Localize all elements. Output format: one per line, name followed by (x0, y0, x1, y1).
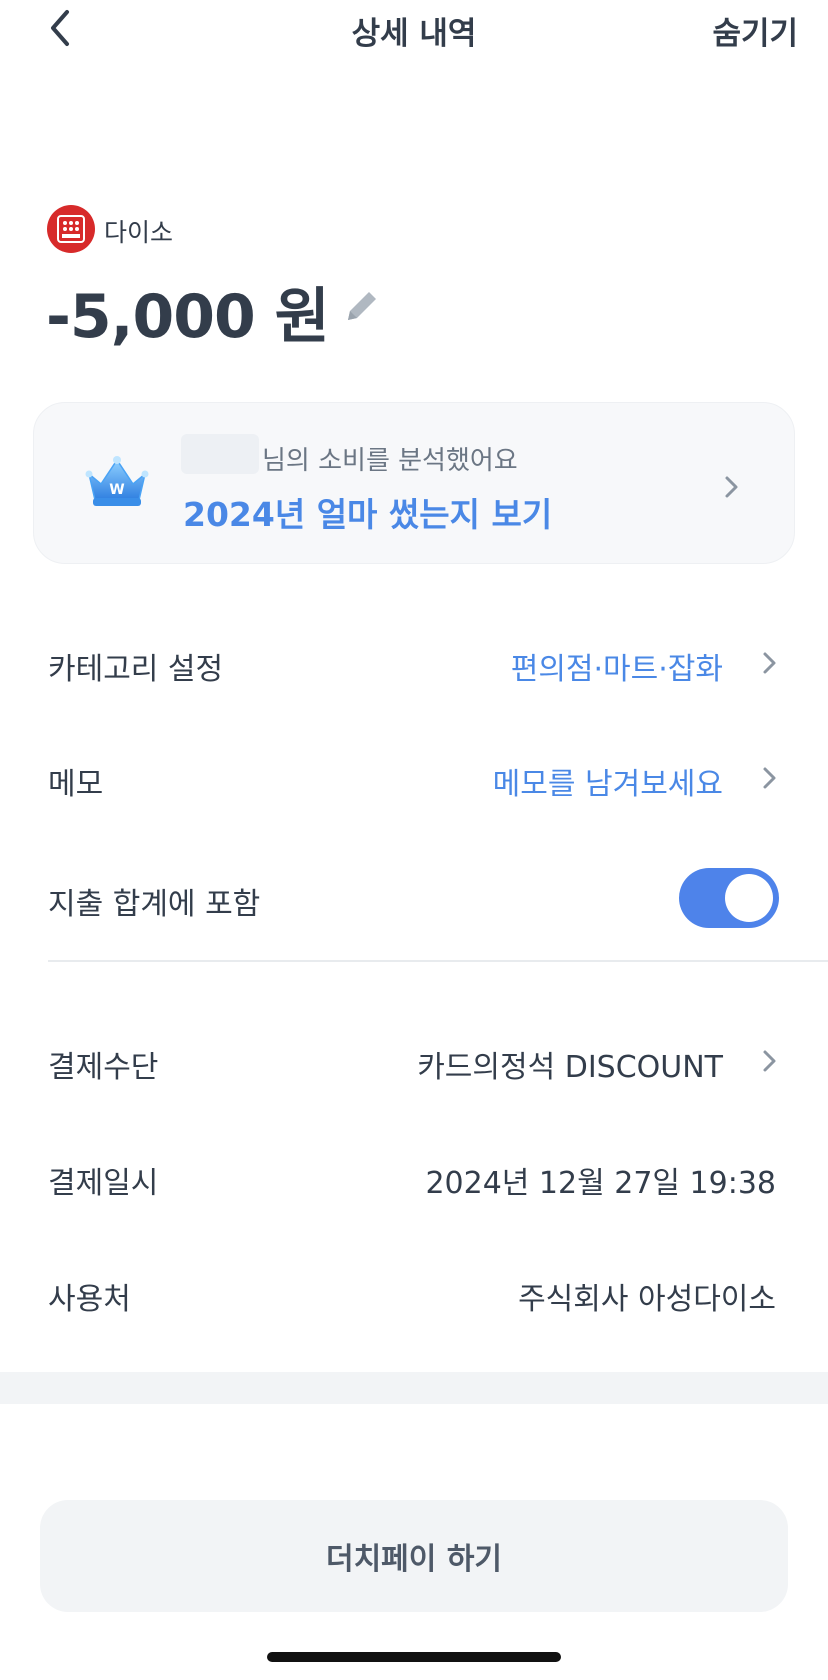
payment-method-row[interactable]: 결제수단 카드의정석 DISCOUNT (0, 1012, 828, 1108)
category-label: 카테고리 설정 (48, 652, 224, 687)
daiso-logo-icon (57, 215, 85, 243)
hide-button[interactable]: 숨기기 (712, 8, 798, 53)
category-row[interactable]: 카테고리 설정 편의점·마트·잡화 (0, 614, 828, 710)
divider (48, 960, 828, 962)
merchant-place-value: 주식회사 아성다이소 (518, 1282, 776, 1317)
memo-row[interactable]: 메모 메모를 남겨보세요 (0, 729, 828, 825)
merchant-place-label: 사용처 (48, 1282, 131, 1317)
svg-text:W: W (109, 482, 124, 498)
transaction-amount: -5,000 원 (46, 282, 330, 352)
merchant-logo (47, 205, 95, 253)
payment-method-value: 카드의정석 DISCOUNT (417, 1050, 723, 1085)
edit-amount-button[interactable] (340, 284, 384, 328)
chevron-right-icon (722, 470, 742, 508)
chevron-right-icon (760, 646, 780, 684)
section-separator (0, 1372, 828, 1404)
toggle-knob (725, 874, 773, 922)
crown-icon: W (83, 452, 151, 512)
analysis-title: 2024년 얼마 썼는지 보기 (183, 495, 553, 534)
chevron-right-icon (760, 761, 780, 799)
include-total-label: 지출 합계에 포함 (48, 887, 261, 922)
page-title: 상세 내역 (351, 16, 477, 52)
chevron-left-icon (51, 10, 69, 46)
memo-label: 메모 (48, 767, 104, 802)
payment-datetime-label: 결제일시 (48, 1166, 159, 1201)
include-total-toggle[interactable] (679, 868, 779, 928)
analysis-subtitle: 님의 소비를 분석했어요 (262, 446, 518, 476)
user-name-redacted (181, 434, 259, 474)
dutch-pay-button[interactable]: 더치페이 하기 (40, 1500, 788, 1612)
payment-method-label: 결제수단 (48, 1050, 159, 1085)
payment-datetime-value: 2024년 12월 27일 19:38 (425, 1166, 776, 1201)
chevron-right-icon (760, 1044, 780, 1082)
home-indicator (267, 1652, 561, 1662)
merchant-name: 다이소 (104, 218, 174, 247)
pencil-icon (348, 292, 376, 320)
category-value: 편의점·마트·잡화 (510, 652, 723, 687)
memo-value: 메모를 남겨보세요 (492, 767, 723, 802)
back-button[interactable] (36, 4, 84, 52)
